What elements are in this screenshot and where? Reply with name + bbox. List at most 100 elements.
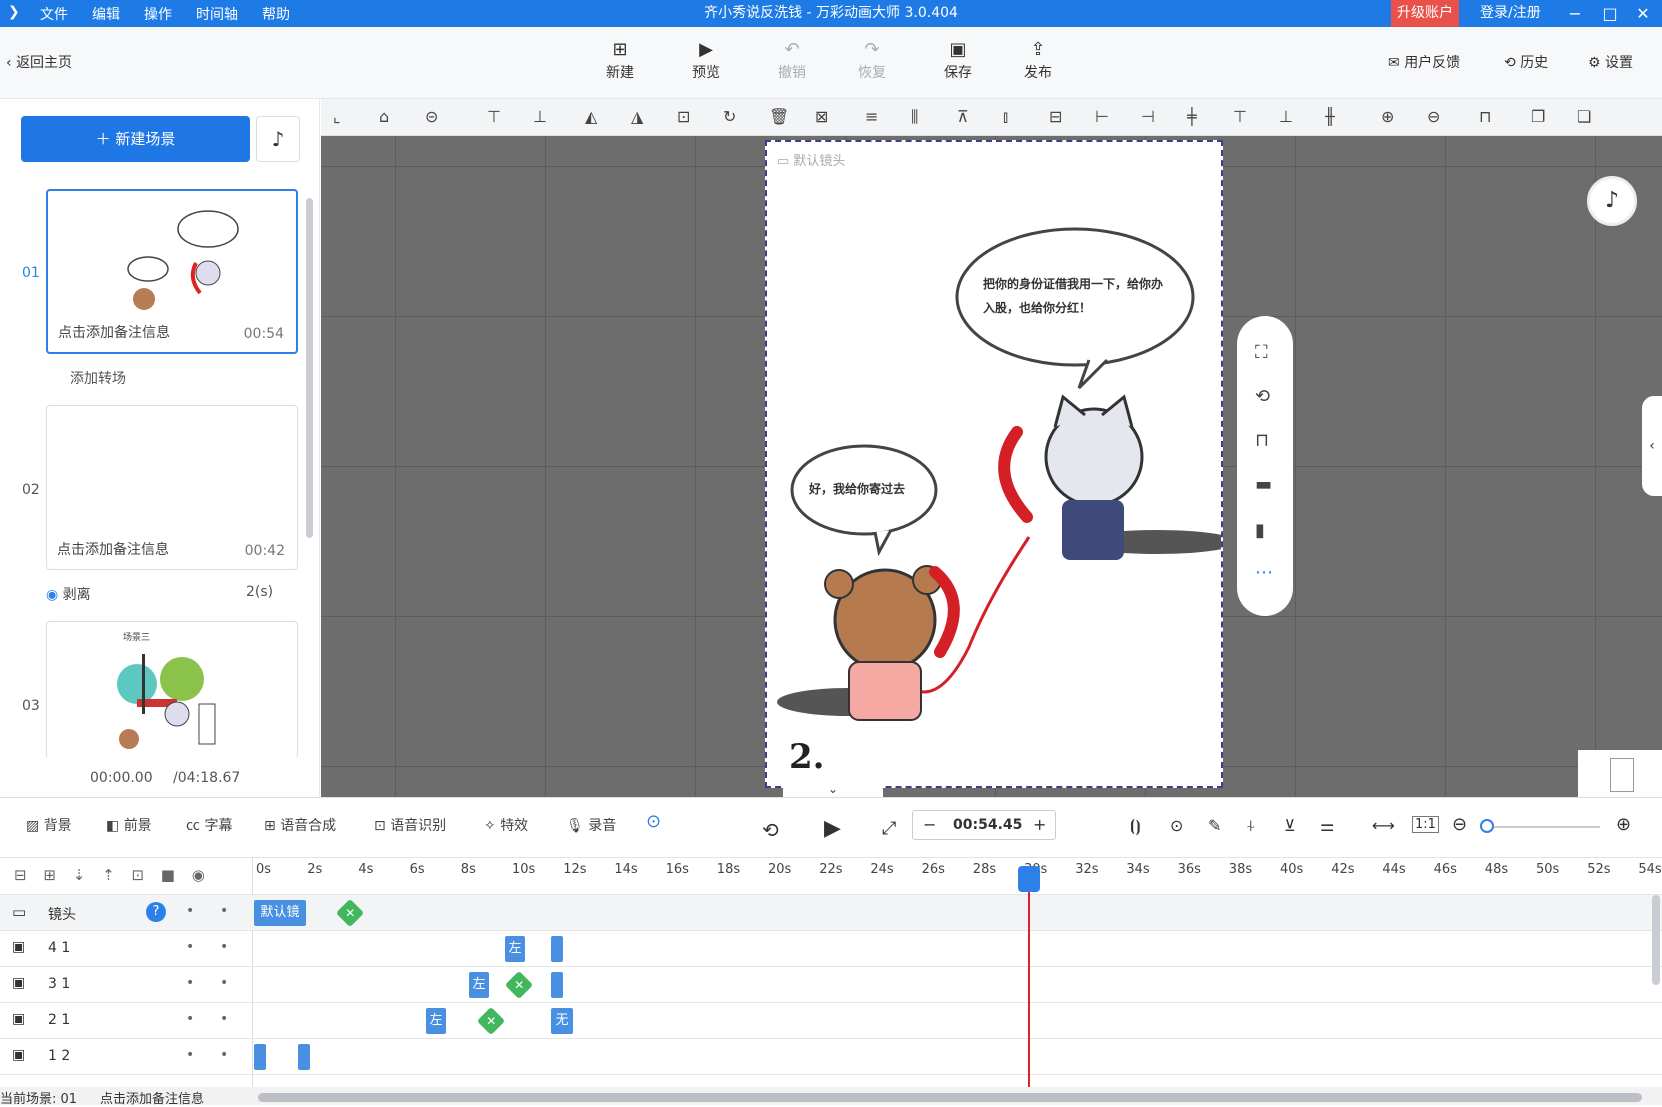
- clip-enter[interactable]: [254, 1044, 266, 1070]
- subtitle-tool[interactable]: ㏄ 字幕: [186, 815, 232, 835]
- help-icon[interactable]: ?: [146, 902, 166, 922]
- track-row[interactable]: ▣ 4 1 • • 左: [0, 931, 1662, 967]
- minimize-icon[interactable]: −: [1560, 0, 1590, 27]
- clip-exit[interactable]: [298, 1044, 310, 1070]
- more-icon[interactable]: ⋯: [1255, 562, 1273, 583]
- zoom-out-icon[interactable]: ⊖: [1452, 814, 1467, 835]
- eye-icon[interactable]: ◉: [192, 866, 205, 884]
- menu-operate[interactable]: 操作: [144, 4, 172, 24]
- align-v-icon[interactable]: ╫: [1325, 107, 1335, 126]
- menu-help[interactable]: 帮助: [262, 4, 290, 24]
- bring-up-icon[interactable]: ⊥: [533, 107, 547, 126]
- clip-exit[interactable]: [551, 972, 563, 998]
- lock-dot[interactable]: •: [186, 975, 194, 991]
- track-row[interactable]: ▣ 2 1 • • 左 + 无: [0, 1003, 1662, 1039]
- sidebar-scrollbar[interactable]: [306, 198, 313, 538]
- align-r-icon[interactable]: ⊣: [1141, 107, 1155, 126]
- add-transition-link[interactable]: 添加转场: [70, 368, 126, 388]
- fit-icon[interactable]: ⊠: [815, 107, 828, 126]
- distribute-icon[interactable]: ⊟: [1049, 107, 1062, 126]
- home-icon[interactable]: ⌂: [379, 107, 389, 126]
- zoom-out-icon[interactable]: ⊖: [1427, 107, 1440, 126]
- visible-dot[interactable]: •: [220, 975, 228, 991]
- copy-icon[interactable]: ❐: [1531, 107, 1545, 126]
- align-h-icon[interactable]: ╪: [1187, 107, 1197, 126]
- unlock-icon[interactable]: ⊓: [1479, 107, 1491, 126]
- more-tools-icon[interactable]: ⊙: [646, 811, 661, 832]
- menu-file[interactable]: 文件: [40, 4, 68, 24]
- rotate-icon[interactable]: ↻: [723, 107, 736, 126]
- clip-exit[interactable]: 无: [551, 1008, 573, 1034]
- ruler-icon[interactable]: ⌞: [333, 107, 341, 126]
- lock-dot[interactable]: •: [186, 1047, 194, 1063]
- plus-icon[interactable]: +: [1033, 815, 1046, 834]
- lock-dot[interactable]: •: [186, 903, 194, 919]
- visible-dot[interactable]: •: [220, 903, 228, 919]
- tts-tool[interactable]: ⊞ 语音合成: [264, 815, 336, 835]
- delete-icon[interactable]: 🗑: [769, 107, 789, 126]
- scene-note[interactable]: 点击添加备注信息: [57, 539, 169, 559]
- clip-enter[interactable]: 左: [469, 972, 489, 998]
- time-stepper[interactable]: − 00:54.45 +: [912, 810, 1056, 840]
- time-display[interactable]: 00:54.45: [953, 817, 1022, 833]
- phone-icon[interactable]: ▮: [1255, 520, 1265, 541]
- camera-icon[interactable]: ⊙: [1170, 816, 1183, 835]
- flip-v-icon[interactable]: ◮: [631, 107, 643, 126]
- align-top-icon[interactable]: ⊼: [957, 107, 969, 126]
- preview-button[interactable]: ▶ 预览: [676, 38, 736, 82]
- adjust-icon[interactable]: ⚌: [1320, 816, 1334, 835]
- history-link[interactable]: ⟲ 历史: [1504, 52, 1548, 72]
- close-icon[interactable]: ✕: [1628, 0, 1658, 27]
- feedback-link[interactable]: ✉ 用户反馈: [1388, 52, 1460, 72]
- align-middle-icon[interactable]: ⫾: [1003, 107, 1008, 127]
- track-row[interactable]: ▣ 3 1 • • 左 +: [0, 967, 1662, 1003]
- scene-card-02[interactable]: 点击添加备注信息 00:42: [46, 405, 298, 570]
- align-l-icon[interactable]: ⊢: [1095, 107, 1109, 126]
- track-row-camera[interactable]: ▭ 镜头 ? • • 默认镜 +: [0, 895, 1662, 931]
- align-left-icon[interactable]: ≡: [865, 107, 878, 126]
- playhead[interactable]: [1028, 867, 1030, 1092]
- collapse-chevron-icon[interactable]: ⌄: [783, 782, 883, 797]
- track-row[interactable]: ▣ 1 2 • •: [0, 1039, 1662, 1075]
- timeline-vscroll[interactable]: [1652, 895, 1660, 985]
- fit-width-icon[interactable]: ⟷: [1372, 816, 1395, 835]
- maximize-icon[interactable]: □: [1595, 0, 1625, 27]
- align-center-icon[interactable]: ⫼: [911, 107, 918, 127]
- new-scene-button[interactable]: ＋ 新建场景: [21, 116, 250, 162]
- scene-note[interactable]: 点击添加备注信息: [58, 322, 170, 342]
- play-icon[interactable]: ▶: [824, 816, 841, 841]
- unlock-icon[interactable]: ⊓: [1255, 430, 1269, 451]
- record-tool[interactable]: 🎙 录音: [566, 815, 616, 835]
- speech-recognition-tool[interactable]: ⊡ 语音识别: [374, 815, 446, 835]
- save-button[interactable]: ▣ 保存: [928, 38, 988, 82]
- align-b-icon[interactable]: ⊥: [1279, 107, 1293, 126]
- timeline-hscroll[interactable]: [258, 1093, 1642, 1102]
- background-music-icon[interactable]: ♪: [1587, 176, 1637, 226]
- visible-dot[interactable]: •: [220, 939, 228, 955]
- clip-enter[interactable]: 左: [426, 1008, 446, 1034]
- scene-card-01[interactable]: 点击添加备注信息 00:54: [46, 189, 298, 354]
- zoom-slider-thumb[interactable]: [1480, 819, 1494, 833]
- zoom-in-icon[interactable]: ⊕: [1616, 814, 1631, 835]
- lock-dot[interactable]: •: [186, 1011, 194, 1027]
- replay-icon[interactable]: ⟲: [762, 818, 779, 842]
- move-up-icon[interactable]: ⇡: [102, 866, 115, 884]
- split-icon[interactable]: ⍭: [1246, 816, 1256, 836]
- minus-icon[interactable]: −: [923, 815, 936, 834]
- more-circle-icon[interactable]: ⊝: [425, 107, 438, 126]
- align-t-icon[interactable]: ⊤: [1233, 107, 1247, 126]
- keyframe-add-icon[interactable]: +: [335, 898, 365, 928]
- flip-h-icon[interactable]: ◭: [585, 107, 597, 126]
- foreground-tool[interactable]: ◧ 前景: [106, 815, 152, 835]
- clip-exit[interactable]: [551, 936, 563, 962]
- bring-down-icon[interactable]: ⊤: [487, 107, 501, 126]
- clip-enter[interactable]: 左: [505, 936, 525, 962]
- scene-card-03[interactable]: 场景三: [46, 621, 298, 758]
- trash-icon[interactable]: ⊡: [131, 866, 144, 884]
- folder-in-icon[interactable]: ⊟: [14, 866, 27, 884]
- lock-dot[interactable]: •: [186, 939, 194, 955]
- transition-item[interactable]: ◉ 剥离: [46, 584, 91, 604]
- scene-page[interactable]: ▭ 默认镜头 把你的身份证借我用一下，给你办入股，也给你分红！ 好，我给你寄过去…: [765, 140, 1223, 788]
- redo-button[interactable]: ↷ 恢复: [842, 38, 902, 82]
- menu-edit[interactable]: 编辑: [92, 4, 120, 24]
